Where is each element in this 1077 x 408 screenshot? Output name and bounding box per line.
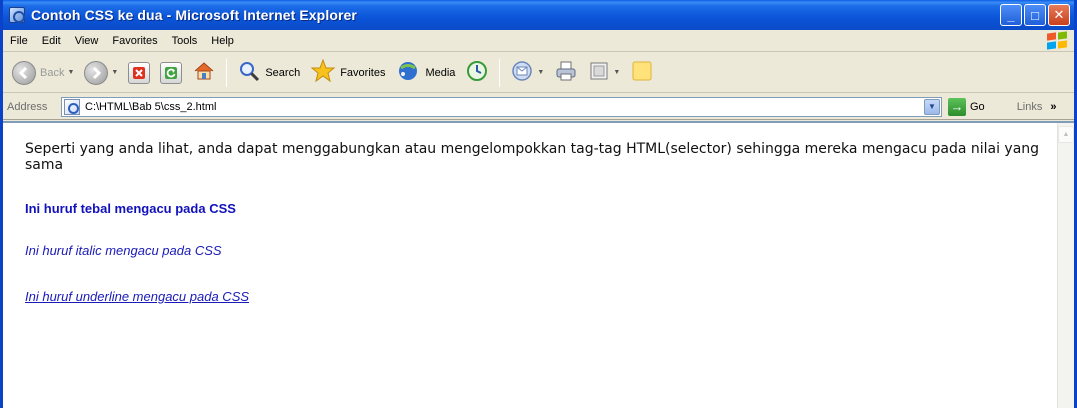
ie-page-icon xyxy=(9,7,25,23)
menu-favorites[interactable]: Favorites xyxy=(105,35,164,47)
ie-window: Contoh CSS ke dua - Microsoft Internet E… xyxy=(0,0,1077,408)
forward-dropdown-icon[interactable]: ▼ xyxy=(111,69,118,76)
refresh-button[interactable] xyxy=(157,57,185,89)
printer-icon xyxy=(554,59,578,86)
back-arrow-icon xyxy=(12,60,36,85)
go-label: Go xyxy=(970,100,985,113)
forward-button[interactable]: ▼ xyxy=(81,57,121,89)
windows-logo-icon xyxy=(1046,31,1068,50)
menu-bar: File Edit View Favorites Tools Help xyxy=(3,30,1074,52)
italic-line: Ini huruf italic mengacu pada CSS xyxy=(25,243,222,258)
mail-button[interactable]: ▼ xyxy=(507,57,547,89)
back-button[interactable]: Back ▼ xyxy=(9,57,77,89)
search-icon xyxy=(237,59,261,86)
back-dropdown-icon[interactable]: ▼ xyxy=(67,69,74,76)
standard-toolbar: Back ▼ ▼ Search Favorites Media ▼ ▼ xyxy=(3,53,1074,93)
underline-line: Ini huruf underline mengacu pada CSS xyxy=(25,289,250,304)
mail-dropdown-icon[interactable]: ▼ xyxy=(537,69,544,76)
toolbar-separator xyxy=(226,58,228,87)
maximize-button[interactable]: □ xyxy=(1024,4,1046,26)
go-button[interactable]: → Go xyxy=(948,97,985,116)
bold-line: Ini huruf tebal mengacu pada CSS xyxy=(25,201,236,216)
page-icon xyxy=(64,98,80,115)
menu-edit[interactable]: Edit xyxy=(35,35,68,47)
stop-button[interactable] xyxy=(125,57,153,89)
scroll-up-icon[interactable]: ▲ xyxy=(1058,126,1074,143)
menu-file[interactable]: File xyxy=(3,35,35,47)
window-title: Contoh CSS ke dua - Microsoft Internet E… xyxy=(31,7,357,23)
menu-view[interactable]: View xyxy=(68,35,106,47)
mail-icon xyxy=(510,59,534,86)
favorites-button[interactable]: Favorites xyxy=(307,57,388,89)
address-url[interactable]: C:\HTML\Bab 5\css_2.html xyxy=(85,101,216,113)
refresh-icon xyxy=(160,61,183,84)
links-label[interactable]: Links xyxy=(1017,101,1043,113)
vertical-scrollbar[interactable]: ▲ xyxy=(1057,123,1074,408)
go-arrow-icon: → xyxy=(948,97,966,116)
stop-icon xyxy=(128,61,151,84)
media-label: Media xyxy=(425,66,456,79)
note-icon xyxy=(630,59,654,86)
print-button[interactable] xyxy=(551,57,581,89)
search-button[interactable]: Search xyxy=(234,57,303,89)
address-input[interactable]: C:\HTML\Bab 5\css_2.html ▼ xyxy=(61,96,942,117)
messenger-button[interactable] xyxy=(627,57,657,89)
history-clock-icon xyxy=(465,59,489,86)
menu-help[interactable]: Help xyxy=(204,35,241,47)
favorites-star-icon xyxy=(310,58,336,86)
edit-button[interactable]: ▼ xyxy=(585,57,623,89)
address-dropdown-icon[interactable]: ▼ xyxy=(924,98,940,115)
address-bar: Address C:\HTML\Bab 5\css_2.html ▼ → Go … xyxy=(3,94,1074,120)
menu-tools[interactable]: Tools xyxy=(165,35,205,47)
close-button[interactable]: ✕ xyxy=(1048,4,1070,26)
home-button[interactable] xyxy=(189,57,219,89)
window-controls: _ □ ✕ xyxy=(1000,4,1070,26)
search-label: Search xyxy=(265,66,301,79)
edit-page-icon xyxy=(588,60,610,85)
back-label: Back xyxy=(40,66,65,79)
edit-dropdown-icon[interactable]: ▼ xyxy=(613,69,620,76)
media-button[interactable]: Media xyxy=(392,57,458,89)
title-bar[interactable]: Contoh CSS ke dua - Microsoft Internet E… xyxy=(3,0,1074,30)
address-label: Address xyxy=(7,100,48,113)
minimize-button[interactable]: _ xyxy=(1000,4,1022,26)
forward-arrow-icon xyxy=(84,60,109,85)
history-button[interactable] xyxy=(462,57,492,89)
document-body: Seperti yang anda lihat, anda dapat meng… xyxy=(25,141,1045,304)
intro-paragraph: Seperti yang anda lihat, anda dapat meng… xyxy=(25,141,1040,173)
links-chevron-icon[interactable]: » xyxy=(1050,101,1056,113)
page-content: Seperti yang anda lihat, anda dapat meng… xyxy=(3,121,1074,408)
media-icon xyxy=(395,59,421,86)
toolbar-separator xyxy=(499,58,501,87)
favorites-label: Favorites xyxy=(340,66,386,79)
home-icon xyxy=(192,59,216,86)
